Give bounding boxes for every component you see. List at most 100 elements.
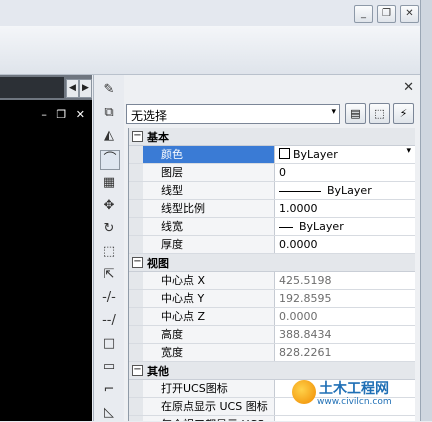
close-button[interactable]: ✕: [400, 5, 419, 23]
chevron-down-icon[interactable]: ▾: [406, 146, 411, 156]
property-row-center-y[interactable]: 中心点 Y 192.8595: [129, 290, 415, 308]
row-gutter: [129, 290, 143, 307]
row-gutter: [129, 236, 143, 253]
move-icon[interactable]: ✥: [100, 197, 118, 215]
property-value[interactable]: 0.0000: [279, 236, 318, 253]
property-key: 线型: [143, 182, 275, 199]
mirror-icon[interactable]: ◭: [100, 127, 118, 145]
watermark-logo-icon: [292, 380, 316, 404]
property-value: 388.8434: [279, 328, 332, 341]
property-row-color[interactable]: 颜色 ByLayer ▾: [129, 146, 415, 164]
property-value: 828.2261: [279, 346, 332, 359]
property-value[interactable]: ByLayer: [279, 146, 338, 163]
rotate-icon[interactable]: ↻: [100, 220, 118, 238]
property-value: 0.0000: [279, 310, 318, 323]
collapse-icon[interactable]: −: [132, 257, 143, 268]
modify-toolbar: ✎ ⧉ ◭ ⌒ ▦ ✥ ↻ ⬚ ⇱ -/- --/ □ ▭ ⌐ ◺: [93, 75, 125, 421]
tab-scroll-right-icon[interactable]: ▶: [79, 79, 92, 98]
viewport-controls[interactable]: – ❐ ✕: [41, 108, 88, 121]
window-edge: [420, 0, 432, 421]
property-key: 线型比例: [143, 200, 275, 217]
tab-scroll-left-icon[interactable]: ◀: [66, 79, 79, 98]
property-row-center-x[interactable]: 中心点 X 425.5198: [129, 272, 415, 290]
property-row-lineweight[interactable]: 线宽 ByLayer: [129, 218, 415, 236]
offset-icon[interactable]: ⌒: [100, 150, 120, 170]
chevron-down-icon: ▾: [331, 107, 336, 117]
row-gutter: [129, 164, 143, 181]
restore-button[interactable]: ❐: [377, 5, 396, 23]
row-gutter: [129, 308, 143, 325]
section-header-basic[interactable]: − 基本: [129, 128, 415, 146]
break-icon[interactable]: □: [100, 335, 118, 353]
property-key: 宽度: [143, 344, 275, 361]
property-row-layer[interactable]: 图层 0: [129, 164, 415, 182]
palette-close-icon[interactable]: ✕: [403, 80, 414, 95]
section-title: 基本: [147, 131, 169, 144]
model-tab[interactable]: [0, 77, 64, 98]
property-value[interactable]: 0: [279, 164, 286, 181]
ribbon-area: [0, 26, 420, 75]
property-row-thickness[interactable]: 厚度 0.0000: [129, 236, 415, 254]
row-gutter: [129, 218, 143, 235]
property-key: 每个视口都显示 UCS: [143, 416, 275, 421]
property-value[interactable]: 1.0000: [279, 200, 318, 217]
property-key: 在原点显示 UCS 图标: [143, 398, 275, 415]
watermark: 土木工程网 www.civilcn.com: [284, 372, 420, 416]
property-value: 425.5198: [279, 274, 332, 287]
fillet-icon[interactable]: ◺: [100, 404, 118, 422]
collapse-icon[interactable]: −: [132, 131, 143, 142]
watermark-url: www.civilcn.com: [317, 397, 392, 407]
property-value[interactable]: ByLayer: [279, 182, 372, 199]
join-icon[interactable]: ▭: [100, 358, 118, 376]
properties-palette: ✕ 无选择 ▾ ▤ ⬚ ⚡ − 基本 颜色 ByLayer ▾ 图层 0 线型: [124, 75, 420, 421]
title-bar: _ ❐ ✕: [0, 0, 432, 26]
stretch-icon[interactable]: ⇱: [100, 266, 118, 284]
layout-tabs: ◀ ▶: [0, 75, 92, 100]
property-row-linetype[interactable]: 线型 ByLayer: [129, 182, 415, 200]
row-gutter: [129, 398, 143, 415]
property-row-ucs-per-viewport[interactable]: 每个视口都显示 UCS: [129, 416, 415, 421]
selection-value: 无选择: [131, 109, 168, 123]
row-gutter: [129, 146, 143, 163]
property-key: 打开UCS图标: [143, 380, 275, 397]
minimize-button[interactable]: _: [354, 5, 373, 23]
property-row-height[interactable]: 高度 388.8434: [129, 326, 415, 344]
row-gutter: [129, 182, 143, 199]
linetype-sample: [279, 190, 321, 192]
copy-object-icon[interactable]: ⧉: [100, 104, 118, 122]
property-row-width[interactable]: 宽度 828.2261: [129, 344, 415, 362]
drawing-canvas[interactable]: ◀ ▶ – ❐ ✕: [0, 75, 92, 421]
watermark-brand: 土木工程网: [319, 381, 389, 397]
property-row-center-z[interactable]: 中心点 Z 0.0000: [129, 308, 415, 326]
property-key: 线宽: [143, 218, 275, 235]
property-value: 192.8595: [279, 292, 332, 305]
property-row-linetype-scale[interactable]: 线型比例 1.0000: [129, 200, 415, 218]
row-gutter: [129, 200, 143, 217]
collapse-icon[interactable]: −: [132, 365, 143, 376]
row-gutter: [129, 416, 143, 421]
lineweight-sample: [279, 226, 293, 228]
eraser-icon[interactable]: ✎: [100, 81, 118, 99]
color-swatch-icon: [279, 148, 290, 159]
property-key: 中心点 Y: [143, 290, 275, 307]
property-key: 厚度: [143, 236, 275, 253]
row-gutter: [129, 380, 143, 397]
selection-row: 无选择 ▾ ▤ ⬚ ⚡: [126, 103, 416, 125]
row-gutter: [129, 344, 143, 361]
property-key: 高度: [143, 326, 275, 343]
chamfer-icon[interactable]: ⌐: [100, 381, 118, 399]
property-key: 中心点 X: [143, 272, 275, 289]
quick-select-button[interactable]: ⚡: [393, 103, 414, 124]
section-header-view[interactable]: − 视图: [129, 254, 415, 272]
trim-icon[interactable]: -/-: [100, 289, 118, 307]
row-gutter: [129, 272, 143, 289]
property-key: 图层: [143, 164, 275, 181]
section-title: 其他: [147, 365, 169, 378]
select-objects-button[interactable]: ⬚: [369, 103, 390, 124]
selection-dropdown[interactable]: 无选择 ▾: [126, 104, 340, 124]
extend-icon[interactable]: --/: [100, 312, 118, 330]
toggle-pickadd-button[interactable]: ▤: [345, 103, 366, 124]
array-icon[interactable]: ▦: [100, 174, 118, 192]
scale-icon[interactable]: ⬚: [100, 243, 118, 261]
property-value[interactable]: ByLayer: [279, 218, 344, 235]
